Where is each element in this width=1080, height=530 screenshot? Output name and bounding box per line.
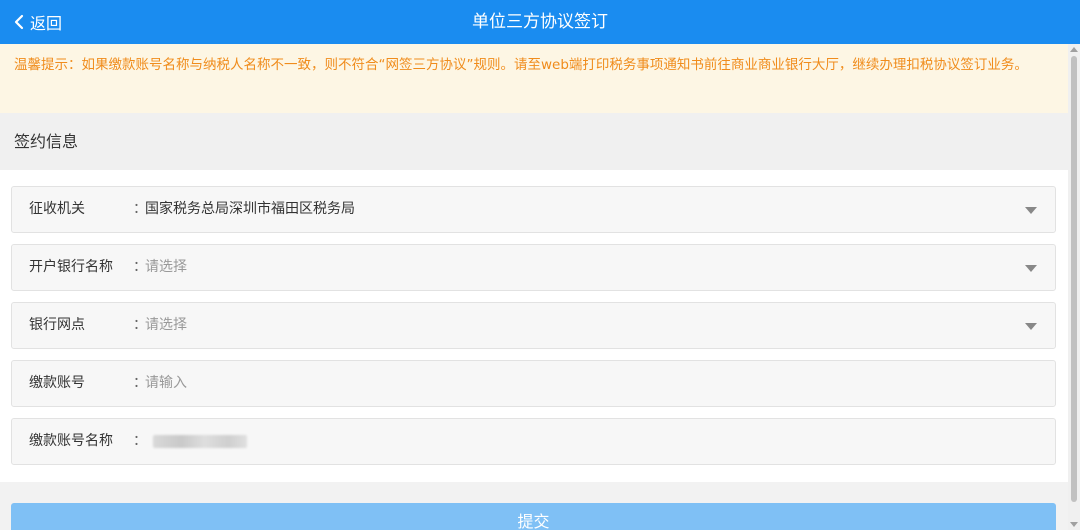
scroll-thumb[interactable]	[1071, 56, 1077, 502]
payment-account-field[interactable]: 缴款账号 ： 请输入	[11, 360, 1056, 407]
payment-account-label: 缴款账号	[29, 375, 85, 391]
bank-branch-select[interactable]: 银行网点 ： 请选择	[11, 302, 1056, 349]
action-bar: 提交	[0, 482, 1068, 530]
payment-account-name-label: 缴款账号名称	[29, 433, 113, 449]
sign-info-form: 征收机关 ： 国家税务总局深圳市福田区税务局 开户银行名称 ： 请选择 银行网点…	[0, 170, 1068, 482]
back-label: 返回	[30, 14, 63, 33]
redacted-account-name	[153, 435, 247, 448]
scrollbar[interactable]	[1068, 44, 1080, 530]
caret-down-icon	[1025, 323, 1037, 330]
page-title: 单位三方协议签订	[472, 12, 608, 32]
scroll-up-icon[interactable]	[1070, 47, 1078, 52]
payment-account-placeholder[interactable]: 请输入	[145, 361, 187, 406]
payment-account-name-field: 缴款账号名称 ：	[11, 418, 1056, 465]
top-bar: 返回 单位三方协议签订	[0, 0, 1080, 44]
field-colon: ：	[133, 433, 147, 449]
scroll-down-icon[interactable]	[1070, 522, 1078, 527]
tax-authority-value: 国家税务总局深圳市福田区税务局	[145, 201, 355, 217]
chevron-left-icon	[14, 14, 24, 30]
back-button[interactable]: 返回	[12, 0, 62, 44]
tax-authority-select[interactable]: 征收机关 ： 国家税务总局深圳市福田区税务局	[11, 186, 1056, 233]
bank-branch-placeholder: 请选择	[145, 317, 187, 333]
submit-button[interactable]: 提交	[11, 503, 1056, 530]
section-title: 签约信息	[14, 132, 79, 151]
bank-name-select[interactable]: 开户银行名称 ： 请选择	[11, 244, 1056, 291]
bank-name-placeholder: 请选择	[145, 259, 187, 275]
tax-authority-label: 征收机关	[29, 201, 85, 217]
bank-name-label: 开户银行名称	[29, 259, 113, 275]
section-header: 签约信息	[0, 113, 1068, 170]
bank-branch-label: 银行网点	[29, 317, 85, 333]
caret-down-icon	[1025, 265, 1037, 272]
caret-down-icon	[1025, 207, 1037, 214]
warm-tip-notice: 温馨提示：如果缴款账号名称与纳税人名称不一致，则不符合“网签三方协议”规则。请至…	[0, 44, 1068, 113]
